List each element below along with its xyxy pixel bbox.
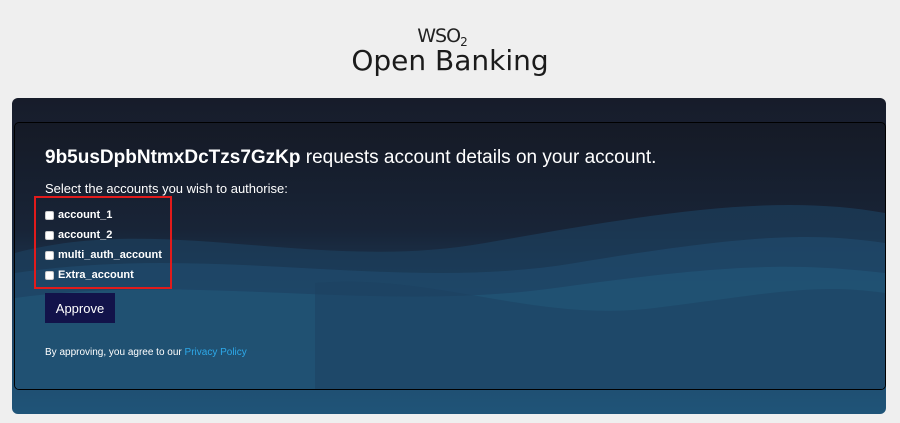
multi-auth-account-label: multi_auth_account xyxy=(58,249,162,261)
account-option-extra[interactable]: Extra_account xyxy=(45,265,162,285)
account-1-checkbox[interactable] xyxy=(45,210,54,220)
brand-title: Open Banking xyxy=(351,44,549,77)
account-option-account-1[interactable]: account_1 xyxy=(45,205,162,225)
account-1-label: account_1 xyxy=(58,209,113,221)
wso2-mark: WSO2 xyxy=(417,25,467,49)
extra-account-label: Extra_account xyxy=(58,269,134,281)
account-option-account-2[interactable]: account_2 xyxy=(45,225,162,245)
agreement-text: By approving, you agree to our xyxy=(45,347,185,358)
account-2-label: account_2 xyxy=(58,229,113,241)
account-2-checkbox[interactable] xyxy=(45,230,54,240)
consent-card: 9b5usDpbNtmxDcTzs7GzKp requests account … xyxy=(14,122,886,390)
client-id: 9b5usDpbNtmxDcTzs7GzKp xyxy=(45,147,301,168)
wso2-logo: WSO2 Open Banking xyxy=(0,24,900,76)
consent-title: 9b5usDpbNtmxDcTzs7GzKp requests account … xyxy=(45,147,656,169)
privacy-agreement: By approving, you agree to our Privacy P… xyxy=(45,347,247,358)
privacy-policy-link[interactable]: Privacy Policy xyxy=(185,347,247,358)
request-text: requests account details on your account… xyxy=(300,147,657,168)
multi-auth-account-checkbox[interactable] xyxy=(45,250,54,260)
extra-account-checkbox[interactable] xyxy=(45,270,54,280)
select-accounts-prompt: Select the accounts you wish to authoris… xyxy=(45,181,288,196)
approve-button[interactable]: Approve xyxy=(45,293,115,323)
account-option-multi-auth[interactable]: multi_auth_account xyxy=(45,245,162,265)
account-list: account_1 account_2 multi_auth_account E… xyxy=(45,205,162,285)
